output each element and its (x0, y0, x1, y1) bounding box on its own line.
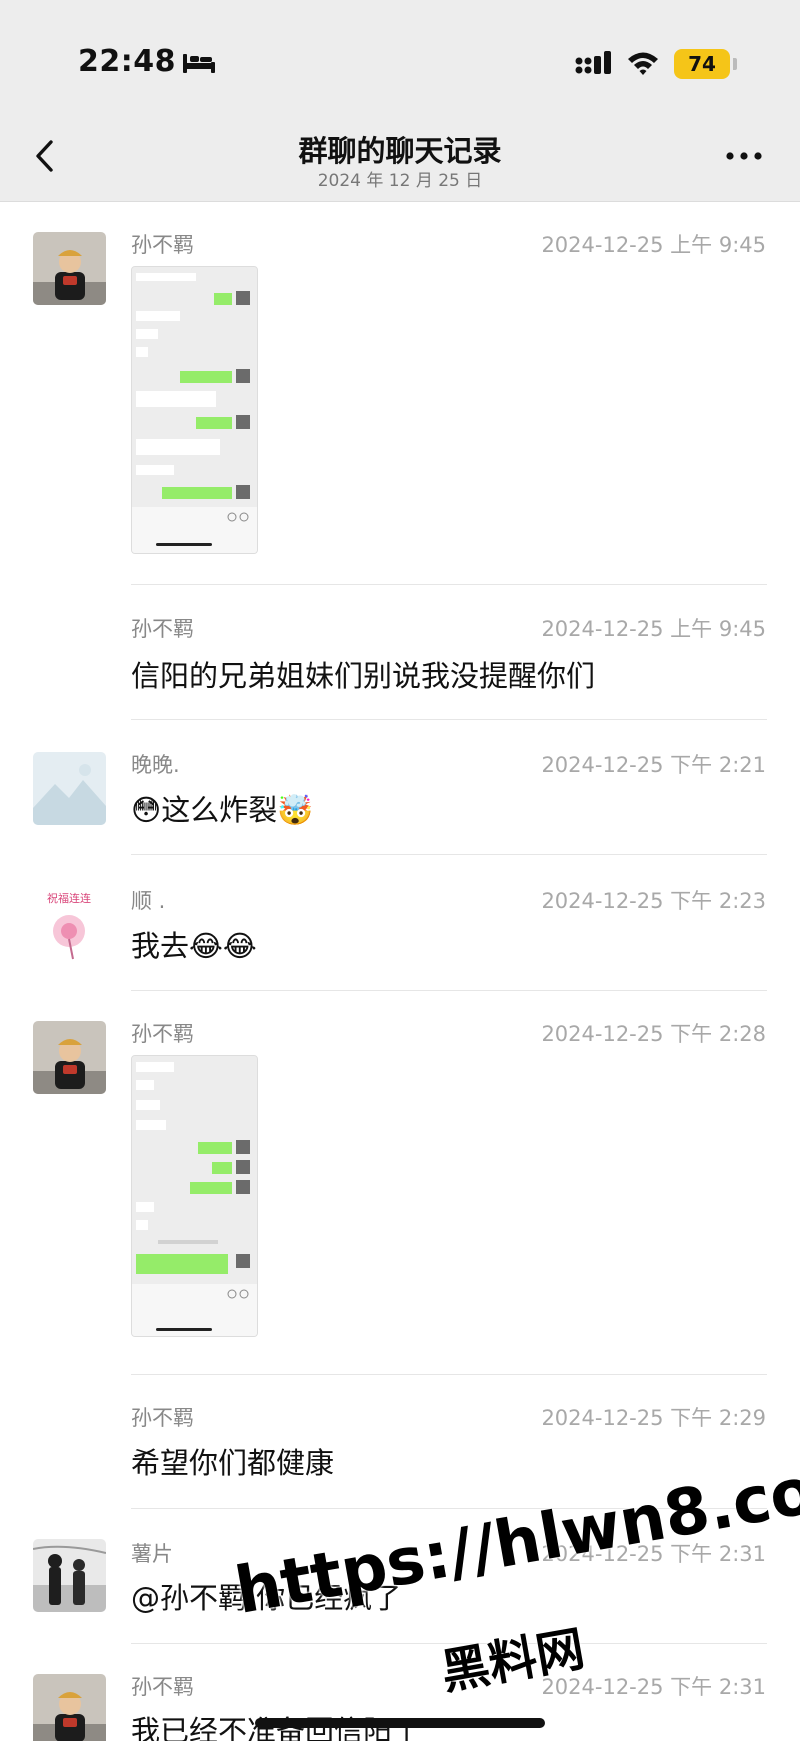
sender-name: 孙不羁 (131, 233, 194, 257)
avatar[interactable] (33, 232, 106, 305)
avatar[interactable] (33, 1021, 106, 1094)
sender-name: 孙不羁 (131, 1406, 194, 1430)
home-indicator[interactable] (255, 1718, 545, 1728)
message-item: 晚晚. 2024-12-25 下午 2:21 😳这么炸裂🤯 (0, 720, 800, 855)
chat-screenshot-image[interactable] (131, 266, 258, 554)
status-bar: 22:48 74 (0, 0, 800, 118)
sender-name: 孙不羁 (131, 1022, 194, 1046)
signal-icon (575, 51, 611, 74)
sender-name: 晚晚. (131, 753, 180, 777)
message-item: 薯片 2024-12-25 下午 2:31 @孙不羁 你已经疯了 (0, 1509, 800, 1644)
nav-bar: 群聊的聊天记录 2024 年 12 月 25 日 (0, 118, 800, 202)
message-time: 2024-12-25 下午 2:31 (541, 1542, 766, 1566)
sender-name: 薯片 (131, 1542, 173, 1566)
page-subtitle: 2024 年 12 月 25 日 (317, 171, 483, 191)
message-time: 2024-12-25 下午 2:31 (541, 1675, 766, 1699)
message-time: 2024-12-25 下午 2:29 (541, 1406, 766, 1430)
battery-tip (733, 58, 737, 70)
avatar[interactable] (33, 1539, 106, 1612)
message-item: 孙不羁 2024-12-25 下午 2:29 希望你们都健康 (0, 1375, 800, 1509)
message-time: 2024-12-25 下午 2:21 (541, 753, 766, 777)
sender-name: 孙不羁 (131, 1675, 194, 1699)
avatar[interactable]: 祝福连连 (33, 887, 106, 960)
message-time: 2024-12-25 下午 2:23 (541, 889, 766, 913)
message-item: 祝福连连 顺 . 2024-12-25 下午 2:23 我去😂😂 (0, 855, 800, 991)
message-text: @孙不羁 你已经疯了 (131, 1581, 402, 1615)
wifi-icon (628, 52, 658, 75)
message-item: 孙不羁 2024-12-25 上午 9:45 (0, 202, 800, 586)
message-text: 希望你们都健康 (131, 1446, 335, 1480)
avatar[interactable] (33, 752, 106, 825)
avatar[interactable] (33, 1674, 106, 1741)
sender-name: 顺 . (131, 889, 166, 913)
message-divider (131, 584, 767, 585)
bed-icon (183, 54, 215, 73)
message-time: 2024-12-25 下午 2:28 (541, 1022, 766, 1046)
message-text: 我去😂😂 (131, 929, 257, 963)
avatar-caption: 祝福连连 (47, 891, 91, 905)
battery-indicator: 74 (674, 49, 730, 79)
message-item: 孙不羁 2024-12-25 下午 2:28 (0, 991, 800, 1375)
sender-name: 孙不羁 (131, 617, 194, 641)
message-time: 2024-12-25 上午 9:45 (541, 617, 766, 641)
message-text: 😳这么炸裂🤯 (131, 793, 314, 827)
chat-screenshot-image[interactable] (131, 1055, 258, 1337)
message-time: 2024-12-25 上午 9:45 (541, 233, 766, 257)
more-dots-icon[interactable] (720, 140, 768, 172)
status-time: 22:48 (78, 44, 176, 79)
message-text: 信阳的兄弟姐妹们别说我没提醒你们 (131, 659, 596, 693)
message-item: 孙不羁 2024-12-25 上午 9:45 信阳的兄弟姐妹们别说我没提醒你们 (0, 586, 800, 720)
page-title: 群聊的聊天记录 (298, 134, 502, 168)
